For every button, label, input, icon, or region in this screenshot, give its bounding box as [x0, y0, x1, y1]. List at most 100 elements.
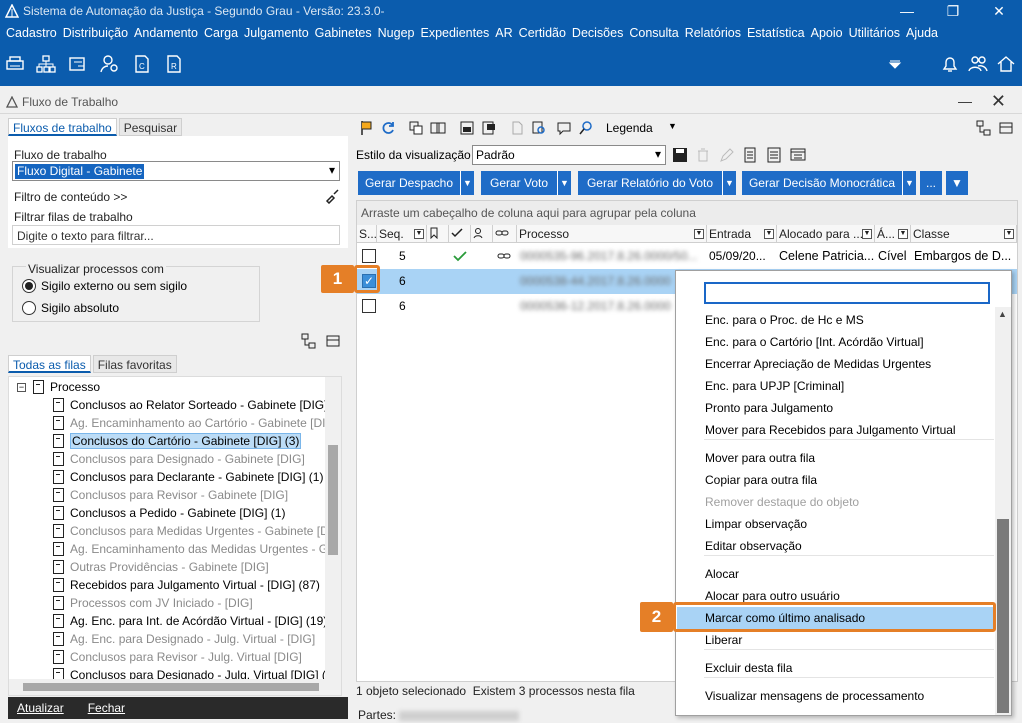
org-chart-icon[interactable]: [36, 54, 56, 74]
copy-icon[interactable]: [408, 120, 424, 136]
collapse-icon[interactable]: −: [17, 382, 26, 392]
view-settings-icon[interactable]: [790, 147, 806, 163]
gerar-despacho-button[interactable]: Gerar Despacho ▼: [358, 171, 474, 195]
restore-button[interactable]: ❐: [930, 3, 976, 20]
tab-pesquisar[interactable]: Pesquisar: [118, 118, 183, 136]
minimize-button[interactable]: —: [884, 3, 930, 20]
doc-edit-icon[interactable]: [481, 120, 497, 136]
context-menu-item[interactable]: Alocar: [705, 563, 739, 585]
tree-item[interactable]: Conclusos a Pedido - Gabinete [DIG] (1): [53, 504, 285, 522]
home-icon[interactable]: [996, 54, 1016, 74]
context-menu-item[interactable]: Mover para outra fila: [705, 447, 815, 469]
menu-ajuda[interactable]: Ajuda: [903, 26, 941, 40]
context-menu-item[interactable]: Limpar observação: [705, 513, 807, 535]
tree-item[interactable]: Ag. Encaminhamento ao Cartório - Gabinet…: [53, 414, 338, 432]
tree-item[interactable]: Ag. Encaminhamento das Medidas Urgentes …: [53, 540, 341, 558]
overflow-menu-icon[interactable]: ▼: [946, 171, 968, 195]
context-menu-item[interactable]: Copiar para outra fila: [705, 469, 817, 491]
col-header-area[interactable]: Á... ▼: [875, 225, 911, 243]
legend-dropdown[interactable]: Legenda: [606, 121, 653, 135]
filter-icon[interactable]: ▼: [764, 229, 774, 239]
radio-sigilo-externo[interactable]: Sigilo externo ou sem sigilo: [22, 279, 187, 293]
menu-utilitarios[interactable]: Utilitários: [846, 26, 903, 40]
context-menu-item[interactable]: Enc. para UPJP [Criminal]: [705, 375, 844, 397]
filter-icon[interactable]: ▼: [898, 229, 908, 239]
table-row[interactable]: 5 0000535-96.2017.8.26.0000/50... 05/09/…: [357, 244, 1017, 269]
tree-collapse-icon[interactable]: [325, 333, 341, 349]
tree-item[interactable]: Outras Providências - Gabinete [DIG]: [53, 558, 269, 576]
gerar-decisao-dropdown-icon[interactable]: ▼: [902, 171, 916, 195]
tree-item[interactable]: Ag. Enc. para Designado - Julg. Virtual …: [53, 630, 315, 648]
tree-item[interactable]: Processos com JV Iniciado - [DIG]: [53, 594, 253, 612]
menu-carga[interactable]: Carga: [201, 26, 241, 40]
filter-icon[interactable]: ▼: [862, 229, 872, 239]
menu-consulta[interactable]: Consulta: [626, 26, 681, 40]
context-menu-item[interactable]: Visualizar mensagens de processamento: [705, 685, 924, 707]
menu-apoio[interactable]: Apoio: [808, 26, 846, 40]
tree-item[interactable]: Recebidos para Julgamento Virtual - [DIG…: [53, 576, 320, 594]
menu-decisoes[interactable]: Decisões: [569, 26, 626, 40]
menu-andamento[interactable]: Andamento: [131, 26, 201, 40]
menu-expedientes[interactable]: Expedientes: [417, 26, 492, 40]
context-menu-item[interactable]: Pronto para Julgamento: [705, 397, 833, 419]
queue-filter-input[interactable]: Digite o texto para filtrar...: [12, 225, 340, 245]
col-header-processo[interactable]: Processo ▼: [517, 225, 707, 243]
filter-icon[interactable]: ▼: [1004, 229, 1014, 239]
flow-select[interactable]: Fluxo Digital - Gabinete ▾: [12, 161, 340, 181]
menu-distribuicao[interactable]: Distribuição: [60, 26, 131, 40]
row-checkbox[interactable]: [362, 249, 376, 263]
gerar-voto-dropdown-icon[interactable]: ▼: [557, 171, 571, 195]
col-header-entrada[interactable]: Entrada ▼: [707, 225, 777, 243]
search-doc-icon[interactable]: [531, 120, 547, 136]
col-header-bookmark[interactable]: [427, 225, 449, 243]
context-menu-item[interactable]: Excluir desta fila: [705, 657, 792, 679]
content-filter-link[interactable]: Filtro de conteúdo >>: [14, 190, 127, 204]
comment-icon[interactable]: [556, 120, 572, 136]
context-menu-item[interactable]: Mover para Recebidos para Julgamento Vir…: [705, 419, 956, 441]
radio-sigilo-absoluto[interactable]: Sigilo absoluto: [22, 301, 119, 315]
row-checkbox[interactable]: [362, 299, 376, 313]
gerar-despacho-dropdown-icon[interactable]: ▼: [460, 171, 474, 195]
document-c-icon[interactable]: C: [132, 54, 152, 74]
tab-filas-favoritas[interactable]: Filas favoritas: [92, 355, 177, 373]
panel-view-icon[interactable]: [998, 120, 1014, 136]
context-menu-item[interactable]: Editar observação: [705, 535, 802, 557]
brush-icon[interactable]: [324, 188, 340, 204]
tree-expand-icon[interactable]: [301, 333, 317, 349]
printer-icon[interactable]: [5, 54, 25, 74]
document-list-icon[interactable]: [766, 147, 782, 163]
document-export-icon[interactable]: [742, 147, 758, 163]
context-menu-item[interactable]: Encerrar Apreciação de Medidas Urgentes: [705, 353, 931, 375]
tree-item[interactable]: Conclusos para Designado - Gabinete [DIG…: [53, 450, 305, 468]
tab-todas-as-filas[interactable]: Todas as filas: [8, 355, 91, 373]
fechar-button[interactable]: Fechar: [88, 701, 125, 715]
menu-nugep[interactable]: Nugep: [375, 26, 418, 40]
tree-item[interactable]: Conclusos para Revisor - Julg. Virtual […: [53, 648, 302, 666]
save-icon[interactable]: [672, 147, 688, 163]
user-settings-icon[interactable]: [100, 54, 120, 74]
col-header-alocado[interactable]: Alocado para ... ▼: [777, 225, 875, 243]
transfer-icon[interactable]: [68, 54, 88, 74]
tree-item[interactable]: Conclusos ao Relator Sorteado - Gabinete…: [53, 396, 341, 414]
bell-icon[interactable]: [940, 54, 960, 74]
tree-root-processo[interactable]: − Processo: [17, 378, 100, 396]
context-menu-item[interactable]: Enc. para o Proc. de Hc e MS: [705, 309, 864, 331]
tree-item[interactable]: Conclusos para Revisor - Gabinete [DIG]: [53, 486, 288, 504]
style-select[interactable]: Padrão ▾: [472, 145, 666, 165]
menu-estatistica[interactable]: Estatística: [744, 26, 808, 40]
gerar-decisao-button[interactable]: Gerar Decisão Monocrática ▼: [742, 171, 916, 195]
tree-item[interactable]: Conclusos do Cartório - Gabinete [DIG] (…: [53, 432, 302, 450]
dropdown-arrow-icon[interactable]: [885, 54, 905, 74]
tree-vertical-scrollbar[interactable]: [325, 377, 341, 681]
gerar-relatorio-dropdown-icon[interactable]: ▼: [722, 171, 736, 195]
tree-item[interactable]: Conclusos para Medidas Urgentes - Gabine…: [53, 522, 341, 540]
menu-ar[interactable]: AR: [492, 26, 515, 40]
context-menu-item[interactable]: Enc. para o Cartório [Int. Acórdão Virtu…: [705, 331, 924, 353]
tree-item[interactable]: Conclusos para Declarante - Gabinete [DI…: [53, 468, 323, 486]
refresh-icon[interactable]: [380, 120, 396, 136]
menu-julgamento[interactable]: Julgamento: [241, 26, 312, 40]
tree-view-icon[interactable]: [976, 120, 992, 136]
col-header-check[interactable]: [449, 225, 471, 243]
panel-minimize-icon[interactable]: —: [958, 93, 972, 109]
menu-gabinetes[interactable]: Gabinetes: [312, 26, 375, 40]
